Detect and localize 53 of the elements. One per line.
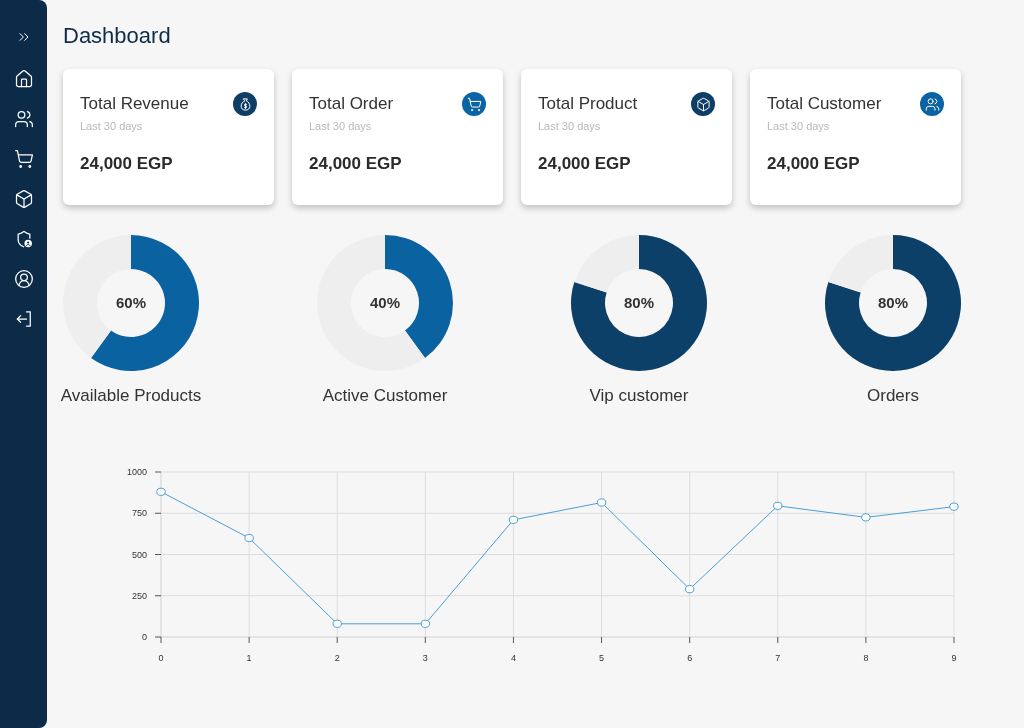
percent-reading: 80%: [878, 294, 908, 312]
chart-label: Available Products: [60, 385, 202, 407]
data-point: [773, 501, 783, 510]
data-point: [508, 515, 519, 524]
axis-label: 8: [863, 653, 869, 663]
card-subtitle: Last 30 days: [538, 119, 602, 133]
axis-label: 1: [246, 653, 252, 663]
axis-label: 7: [775, 653, 781, 663]
card-value: 24,000 EGP: [767, 153, 861, 175]
data-point: [861, 513, 871, 522]
axis-label: 4: [510, 653, 516, 663]
page-title: Dashboard: [63, 22, 171, 50]
data-point: [420, 619, 431, 628]
users-icon[interactable]: [13, 109, 34, 129]
axis-label: 750: [131, 508, 147, 519]
axis-label: 9: [951, 653, 957, 663]
card-subtitle: Last 30 days: [309, 119, 373, 133]
card-title: Total Revenue: [80, 93, 189, 115]
card-title: Total Customer: [767, 93, 882, 115]
card-value: 24,000 EGP: [309, 153, 403, 175]
axis-label: 500: [131, 549, 147, 560]
axis-label: 2: [334, 653, 340, 663]
card-title: Total Order: [309, 93, 394, 115]
card-title: Total Product: [538, 93, 638, 115]
chart-label: Orders: [867, 385, 919, 407]
data-point: [596, 498, 607, 507]
box-icon[interactable]: [13, 189, 34, 209]
cart-icon[interactable]: [13, 149, 34, 169]
axis-label: 1000: [126, 467, 147, 477]
data-point: [332, 619, 342, 628]
percent-reading: 40%: [370, 294, 400, 312]
donut-remainder: [574, 235, 639, 293]
axis-label: 3: [422, 653, 428, 663]
card-subtitle: Last 30 days: [767, 119, 831, 133]
chart-label: Vip customer: [589, 385, 689, 407]
percent-reading: 80%: [624, 294, 654, 312]
data-point: [949, 502, 959, 511]
axis-label: 0: [142, 632, 147, 642]
axis-label: 6: [687, 653, 693, 663]
user-circle-icon[interactable]: [13, 269, 34, 289]
home-icon[interactable]: [13, 69, 34, 89]
data-point: [156, 487, 166, 496]
axis-label: 0: [158, 653, 164, 663]
axis-label: 5: [599, 653, 605, 663]
card-value: 24,000 EGP: [538, 153, 632, 175]
percent-reading: 60%: [116, 294, 146, 312]
axis-label: 250: [131, 590, 147, 601]
card-subtitle: Last 30 days: [80, 119, 144, 133]
data-point: [684, 585, 695, 594]
data-point: [244, 533, 254, 543]
chart-label: Active Customer: [322, 385, 448, 407]
card-value: 24,000 EGP: [80, 153, 174, 175]
donut-remainder: [828, 235, 893, 293]
